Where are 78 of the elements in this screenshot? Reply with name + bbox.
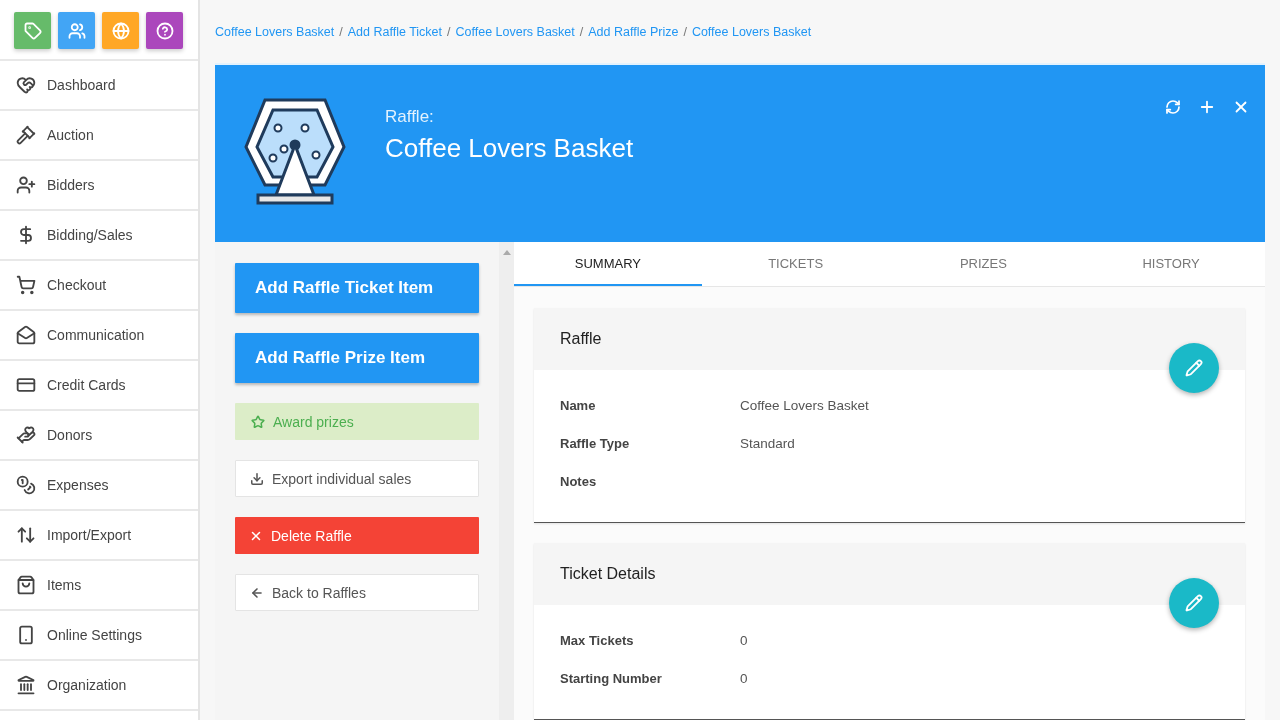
shortcut-button[interactable]: [146, 12, 183, 49]
sidebar-item-label: Bidding/Sales: [47, 227, 133, 243]
sidebar-item-label: Communication: [47, 327, 145, 343]
field-value: Coffee Lovers Basket: [740, 397, 869, 413]
sidebar-item-label: Bidders: [47, 177, 95, 193]
header-label: Raffle:: [385, 107, 435, 127]
building-icon: [16, 675, 36, 695]
sidebar-item[interactable]: Dashboard: [0, 61, 198, 111]
help-icon: [155, 21, 174, 40]
card-title: Ticket Details: [534, 543, 1245, 605]
field-label: Raffle Type: [560, 435, 631, 451]
person-plus-icon: [16, 175, 36, 195]
hand-heart-icon: [16, 425, 36, 445]
bag-icon: [16, 575, 36, 595]
sidebar-item[interactable]: Organization: [0, 661, 198, 711]
cart-icon: [16, 275, 36, 295]
field-value: 0: [740, 670, 748, 686]
action-button[interactable]: Delete Raffle: [235, 517, 479, 554]
action-button[interactable]: Back to Raffles: [235, 574, 479, 611]
sidebar-item[interactable]: Bidders: [0, 161, 198, 211]
sidebar-item-label: Donors: [47, 427, 93, 443]
sidebar-item-label: Organization: [47, 677, 127, 693]
field-label: Max Tickets: [560, 632, 635, 648]
field-value: Standard: [740, 435, 795, 451]
sidebar-item[interactable]: Online Settings: [0, 611, 198, 661]
field-label: Starting Number: [560, 670, 663, 686]
scrollbar[interactable]: [499, 242, 514, 720]
field-label: Name: [560, 397, 597, 413]
coins-icon: [16, 475, 36, 495]
breadcrumb-separator: /: [683, 24, 687, 39]
sidebar-item-label: Credit Cards: [47, 377, 126, 393]
tab[interactable]: HISTORY: [1077, 242, 1265, 286]
tab[interactable]: TICKETS: [701, 242, 890, 286]
card-title: Raffle: [534, 308, 1245, 370]
field-value: 0: [740, 632, 748, 648]
sidebar-item[interactable]: Expenses: [0, 461, 198, 511]
sidebar-item[interactable]: Items: [0, 561, 198, 611]
shortcut-button[interactable]: [14, 12, 51, 49]
refresh-icon: [1165, 99, 1181, 115]
download-icon: [250, 471, 264, 486]
pencil-icon: [1185, 359, 1203, 377]
sidebar-item[interactable]: Import/Export: [0, 511, 198, 561]
sidebar-item-label: Dashboard: [47, 77, 116, 93]
edit-button[interactable]: [1169, 343, 1219, 393]
sidebar-item-label: Items: [47, 577, 82, 593]
breadcrumb-separator: /: [339, 24, 343, 39]
sidebar-item[interactable]: Bidding/Sales: [0, 211, 198, 261]
breadcrumb-separator: /: [447, 24, 451, 39]
tag-icon: [23, 21, 42, 40]
refresh-button[interactable]: [1163, 97, 1183, 117]
scroll-up-icon: [502, 250, 511, 255]
sidebar-item-label: Expenses: [47, 477, 109, 493]
breadcrumb-separator: /: [579, 24, 584, 39]
phone-icon: [16, 625, 36, 645]
shortcut-button[interactable]: [58, 12, 95, 49]
people-icon: [67, 21, 86, 40]
sidebar-item[interactable]: Auction: [0, 111, 198, 161]
sidebar-item-label: Checkout: [47, 277, 107, 293]
sidebar-item[interactable]: Credit Cards: [0, 361, 198, 411]
tab[interactable]: PRIZES: [889, 242, 1078, 286]
globe-icon: [111, 21, 130, 40]
action-button[interactable]: Export individual sales: [235, 460, 479, 497]
envelope-icon: [16, 325, 36, 345]
sidebar-item[interactable]: Checkout: [0, 261, 198, 311]
sidebar-item[interactable]: Donors: [0, 411, 198, 461]
star-icon: [251, 414, 265, 429]
plus-icon: [1198, 98, 1216, 116]
field-label: Notes: [560, 473, 598, 489]
sidebar-item[interactable]: Communication: [0, 311, 198, 361]
header-title: Coffee Lovers Basket: [385, 133, 634, 164]
credit-card-icon: [16, 375, 36, 395]
arrows-icon: [16, 525, 36, 545]
sidebar-item-label: Import/Export: [47, 527, 132, 543]
pencil-icon: [1185, 594, 1203, 612]
sidebar-item-label: Online Settings: [47, 627, 142, 643]
gavel-icon: [16, 125, 36, 145]
edit-button[interactable]: [1169, 578, 1219, 628]
sidebar-item-label: Auction: [47, 127, 94, 143]
